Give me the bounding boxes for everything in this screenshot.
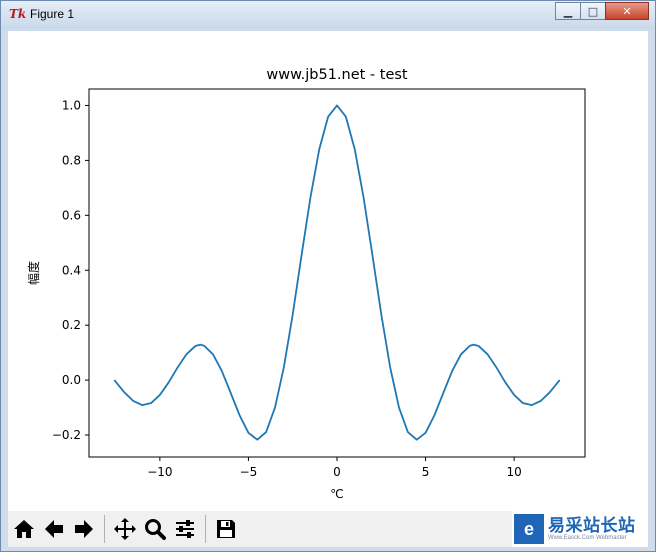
watermark-main: 易采站长站 (548, 515, 636, 536)
close-icon: ✕ (622, 4, 632, 18)
move-icon (114, 518, 136, 540)
chart-title: www.jb51.net - test (266, 67, 408, 83)
configure-subplots-button[interactable] (171, 515, 199, 543)
y-tick-label: 0.8 (62, 153, 81, 167)
maximize-icon: □ (587, 4, 599, 18)
save-button[interactable] (212, 515, 240, 543)
y-tick-label: 0.4 (62, 263, 81, 277)
maximize-button[interactable]: □ (580, 2, 606, 20)
site-logo-icon: e (514, 514, 544, 544)
figure-canvas[interactable]: www.jb51.net - test −10 −5 0 5 10 −0.2 0.0 0.2 0… (8, 31, 648, 511)
toolbar-separator (104, 515, 105, 543)
y-tick-label: −0.2 (52, 428, 81, 442)
minimize-icon: ▁ (563, 4, 573, 18)
toolbar-separator (205, 515, 206, 543)
pan-button[interactable] (111, 515, 139, 543)
x-tick-label: −10 (147, 465, 172, 479)
x-tick-label: −5 (240, 465, 258, 479)
figure-window: Tk Figure 1 ▁ □ ✕ www.jb51.net - test −1… (0, 0, 656, 552)
watermark-text: 易采站长站 Www.Easck.Com Webmaster (548, 515, 636, 541)
y-tick-label: 0.2 (62, 318, 81, 332)
title-bar[interactable]: Tk Figure 1 ▁ □ ✕ (1, 1, 655, 29)
window-title: Figure 1 (30, 7, 75, 21)
y-tick-label: 1.0 (62, 98, 81, 112)
arrow-left-icon (45, 520, 63, 538)
plot-frame (88, 88, 586, 458)
y-tick-label: 0.0 (62, 373, 81, 387)
floppy-disk-icon (217, 520, 235, 538)
window-controls: ▁ □ ✕ (555, 2, 649, 20)
minimize-button[interactable]: ▁ (555, 2, 581, 20)
forward-button[interactable] (70, 515, 98, 543)
y-tick-label: 0.6 (62, 208, 81, 222)
x-tick-label: 10 (507, 465, 522, 479)
x-axis-label: ℃ (330, 487, 343, 501)
sliders-icon (176, 520, 194, 538)
x-tick-label: 0 (333, 465, 341, 479)
series-line (113, 104, 561, 441)
arrow-right-icon (75, 520, 93, 538)
figure-canvas-area: www.jb51.net - test −10 −5 0 5 10 −0.2 0.0 0.2 0… (8, 31, 648, 547)
site-watermark: e 易采站长站 Www.Easck.Com Webmaster (512, 511, 648, 547)
x-tick-label: 5 (422, 465, 430, 479)
tk-feather-icon: Tk (9, 7, 27, 21)
zoom-button[interactable] (141, 515, 169, 543)
home-button[interactable] (10, 515, 38, 543)
back-button[interactable] (40, 515, 68, 543)
close-button[interactable]: ✕ (605, 2, 649, 20)
magnifier-icon (145, 519, 166, 540)
navigation-toolbar: e 易采站长站 Www.Easck.Com Webmaster (8, 511, 648, 547)
home-icon (14, 520, 34, 538)
y-axis-label: 幅度 (26, 261, 41, 285)
watermark-sub: Www.Easck.Com Webmaster (548, 534, 627, 541)
